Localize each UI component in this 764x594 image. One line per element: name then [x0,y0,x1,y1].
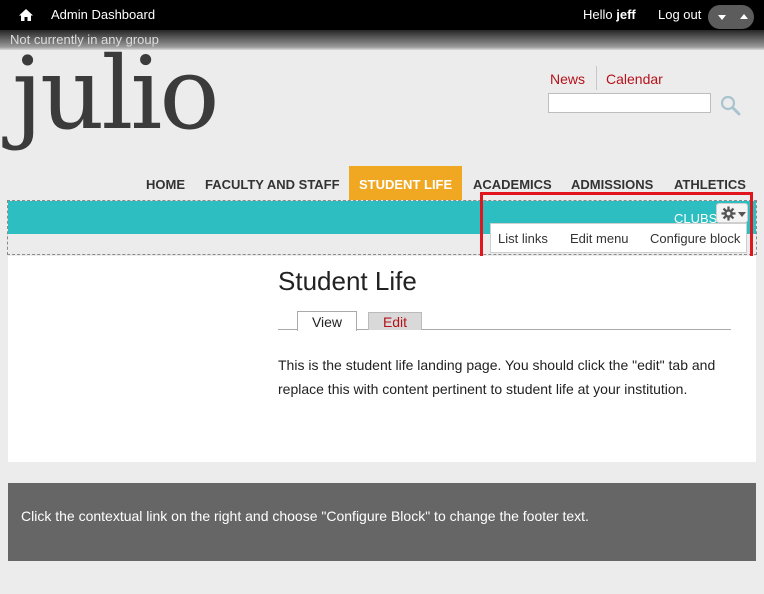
highlight-annotation [480,192,753,262]
page-body: This is the student life landing page. Y… [278,357,716,397]
tab-view[interactable]: View [297,311,357,331]
nav-item-home[interactable]: HOME [146,166,185,200]
search-icon[interactable] [719,94,741,116]
nav-item-student-life[interactable]: STUDENT LIFE [349,166,463,200]
admin-dashboard-link[interactable]: Admin Dashboard [51,7,155,22]
toolbar-toggle[interactable] [708,5,754,29]
greeting: Hello jeff [583,7,636,22]
admin-toolbar: Admin Dashboard Hello jeff Log out [0,0,764,30]
chevron-down-icon[interactable] [718,15,726,20]
divider [596,66,597,90]
footer: Click the contextual link on the right a… [8,483,756,561]
logout-link[interactable]: Log out [658,7,701,22]
site-logo[interactable]: julio [12,44,220,144]
tab-edit[interactable]: Edit [368,312,422,330]
chevron-up-icon[interactable] [740,14,748,19]
footer-text: Click the contextual link on the right a… [21,508,589,524]
search-input[interactable] [548,93,711,113]
home-icon[interactable] [18,7,34,23]
username: jeff [616,7,636,22]
secondary-nav-calendar[interactable]: Calendar [606,71,663,87]
nav-item-faculty-and-staff[interactable]: FACULTY AND STAFF [205,166,340,200]
greeting-prefix: Hello [583,7,613,22]
page-title: Student Life [278,266,417,296]
secondary-nav-news[interactable]: News [550,71,585,87]
